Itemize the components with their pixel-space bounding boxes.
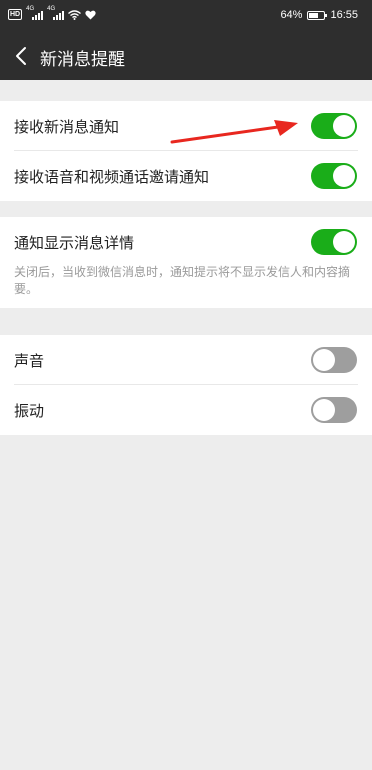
chevron-left-icon[interactable] bbox=[12, 44, 32, 68]
setting-label: 通知显示消息详情 bbox=[14, 234, 135, 252]
wifi-icon bbox=[68, 9, 82, 20]
battery-icon bbox=[307, 10, 328, 20]
group-message-details: 通知显示消息详情 关闭后，当收到微信消息时，通知提示将不显示发信人和内容摘要。 bbox=[0, 217, 372, 308]
status-left: HD 4G 4G bbox=[8, 6, 96, 20]
group-incoming-notifications: 接收新消息通知 接收语音和视频通话邀请通知 bbox=[0, 101, 372, 201]
status-bar: HD 4G 4G 64% 16:55 bbox=[0, 0, 372, 32]
new-message-toggle[interactable] bbox=[311, 113, 357, 139]
battery-percent: 64% bbox=[280, 9, 303, 21]
group-alert-style: 声音 振动 bbox=[0, 335, 372, 435]
clock: 16:55 bbox=[330, 9, 358, 21]
setting-label: 接收语音和视频通话邀请通知 bbox=[14, 168, 210, 186]
setting-row-call-invite[interactable]: 接收语音和视频通话邀请通知 bbox=[0, 151, 372, 201]
heart-icon bbox=[85, 10, 96, 19]
setting-row-vibrate[interactable]: 振动 bbox=[0, 385, 372, 435]
setting-row-show-details[interactable]: 通知显示消息详情 bbox=[0, 217, 372, 267]
signal-icon: 4G bbox=[26, 6, 44, 20]
annotation-arrow-icon bbox=[170, 120, 298, 144]
hd-badge: HD bbox=[8, 9, 23, 20]
setting-label: 声音 bbox=[14, 352, 45, 370]
setting-label: 振动 bbox=[14, 402, 45, 420]
vibrate-toggle[interactable] bbox=[311, 397, 357, 423]
toggle-knob bbox=[333, 165, 355, 187]
setting-row-sound[interactable]: 声音 bbox=[0, 335, 372, 385]
toggle-knob bbox=[313, 399, 335, 421]
toggle-knob bbox=[333, 231, 355, 253]
sound-toggle[interactable] bbox=[311, 347, 357, 373]
call-invite-toggle[interactable] bbox=[311, 163, 357, 189]
signal-label: 4G bbox=[47, 6, 56, 12]
title-bar: 新消息提醒 bbox=[0, 32, 372, 80]
show-details-toggle[interactable] bbox=[311, 229, 357, 255]
details-note: 关闭后，当收到微信消息时，通知提示将不显示发信人和内容摘要。 bbox=[14, 265, 351, 296]
signal-icon: 4G bbox=[47, 6, 65, 20]
toggle-knob bbox=[313, 349, 335, 371]
toggle-knob bbox=[333, 115, 355, 137]
setting-label: 接收新消息通知 bbox=[14, 118, 120, 136]
page-title: 新消息提醒 bbox=[40, 50, 125, 70]
signal-label: 4G bbox=[26, 6, 35, 12]
status-right: 64% 16:55 bbox=[280, 9, 358, 21]
